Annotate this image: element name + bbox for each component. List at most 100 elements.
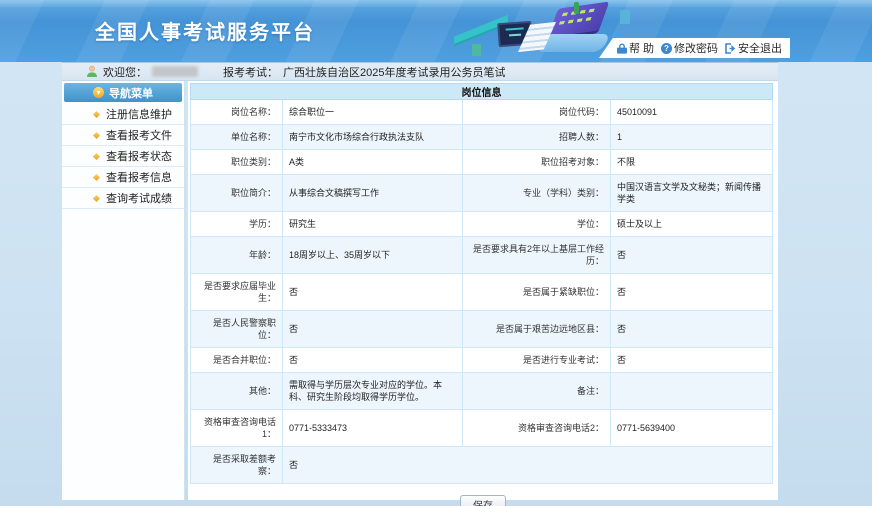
change-password-label: 修改密码 bbox=[674, 40, 718, 56]
bullet-icon bbox=[93, 131, 100, 138]
logout-label: 安全退出 bbox=[738, 40, 782, 56]
field-label: 招聘人数： bbox=[463, 125, 611, 150]
field-value: 1 bbox=[611, 125, 773, 150]
exam-name: 广西壮族自治区2025年度考试录用公务员笔试 bbox=[283, 64, 505, 80]
field-value: A类 bbox=[283, 150, 463, 175]
field-value: 45010091 bbox=[611, 100, 773, 125]
help-label: 帮 助 bbox=[629, 40, 654, 56]
field-value: 18周岁以上、35周岁以下 bbox=[283, 237, 463, 274]
change-password-link[interactable]: ? 修改密码 bbox=[661, 40, 718, 56]
field-label: 职位简介： bbox=[191, 175, 283, 212]
sidebar-item-label: 查看报考状态 bbox=[106, 148, 172, 164]
table-row: 单位名称：南宁市文化市场综合行政执法支队招聘人数：1 bbox=[191, 125, 773, 150]
sidebar-item-label: 查询考试成绩 bbox=[106, 190, 172, 206]
field-label: 是否要求具有2年以上基层工作经历： bbox=[463, 237, 611, 274]
bullet-icon bbox=[93, 152, 100, 159]
field-value bbox=[611, 373, 773, 410]
site-title: 全国人事考试服务平台 bbox=[95, 16, 315, 45]
field-label: 是否人民警察职位： bbox=[191, 311, 283, 348]
field-value: 南宁市文化市场综合行政执法支队 bbox=[283, 125, 463, 150]
table-row: 其他：需取得与学历层次专业对应的学位。本科、研究生阶段均取得学历学位。备注： bbox=[191, 373, 773, 410]
table-row: 是否要求应届毕业生：否是否属于紧缺职位：否 bbox=[191, 274, 773, 311]
nav-menu-header: ▾ 导航菜单 bbox=[64, 83, 182, 102]
cube-shape bbox=[620, 10, 630, 24]
field-value: 否 bbox=[611, 274, 773, 311]
logout-link[interactable]: 安全退出 bbox=[725, 40, 782, 56]
header-top-strip bbox=[0, 0, 872, 7]
field-value: 中国汉语言文学及文秘类；新闻传播学类 bbox=[611, 175, 773, 212]
sidebar: ▾ 导航菜单 注册信息维护 查看报考文件 查看报考状态 查看报考信息 查询考试成… bbox=[62, 81, 185, 500]
table-row: 是否合并职位：否是否进行专业考试：否 bbox=[191, 348, 773, 373]
field-label: 学位： bbox=[463, 212, 611, 237]
job-info-tbody: 岗位名称：综合职位一岗位代码：45010091单位名称：南宁市文化市场综合行政执… bbox=[191, 100, 773, 484]
field-label: 是否采取差额考察： bbox=[191, 447, 283, 484]
sidebar-item-label: 查看报考文件 bbox=[106, 127, 172, 143]
field-value: 综合职位一 bbox=[283, 100, 463, 125]
help-link[interactable]: 帮 助 bbox=[617, 40, 654, 56]
field-label: 资格审查咨询电话1： bbox=[191, 410, 283, 447]
bullet-icon bbox=[93, 110, 100, 117]
page-header: 全国人事考试服务平台 帮 助 ? 修改密码 安全退出 bbox=[0, 0, 872, 62]
table-row: 资格审查咨询电话1：0771-5333473资格审查咨询电话2：0771-563… bbox=[191, 410, 773, 447]
field-label: 职位招考对象： bbox=[463, 150, 611, 175]
exam-label: 报考考试： bbox=[223, 64, 278, 80]
field-label: 单位名称： bbox=[191, 125, 283, 150]
nav-menu-title: 导航菜单 bbox=[109, 85, 153, 101]
field-label: 专业（学科）类别： bbox=[463, 175, 611, 212]
field-value: 0771-5639400 bbox=[611, 410, 773, 447]
figure-shape bbox=[574, 2, 579, 14]
sidebar-item-view-application-info[interactable]: 查看报考信息 bbox=[62, 167, 184, 188]
logout-icon bbox=[725, 43, 736, 54]
field-value: 否 bbox=[283, 447, 773, 484]
redacted-username bbox=[152, 66, 198, 77]
greeting-label: 欢迎您： bbox=[103, 64, 147, 80]
field-label: 是否属于艰苦边远地区县： bbox=[463, 311, 611, 348]
field-label: 备注： bbox=[463, 373, 611, 410]
top-links-bar: 帮 助 ? 修改密码 安全退出 bbox=[599, 38, 790, 58]
question-icon: ? bbox=[661, 43, 672, 54]
field-value: 需取得与学历层次专业对应的学位。本科、研究生阶段均取得学历学位。 bbox=[283, 373, 463, 410]
table-row: 是否人民警察职位：否是否属于艰苦边远地区县：否 bbox=[191, 311, 773, 348]
sidebar-item-query-exam-results[interactable]: 查询考试成绩 bbox=[62, 188, 184, 209]
cube-shape bbox=[472, 44, 481, 56]
welcome-bar: 欢迎您： 报考考试： 广西壮族自治区2025年度考试录用公务员笔试 bbox=[62, 62, 778, 81]
table-row: 是否采取差额考察：否 bbox=[191, 447, 773, 484]
field-value: 研究生 bbox=[283, 212, 463, 237]
content-area: ▾ 导航菜单 注册信息维护 查看报考文件 查看报考状态 查看报考信息 查询考试成… bbox=[62, 81, 778, 500]
table-row: 年龄：18周岁以上、35周岁以下是否要求具有2年以上基层工作经历：否 bbox=[191, 237, 773, 274]
field-label: 岗位名称： bbox=[191, 100, 283, 125]
field-label: 是否合并职位： bbox=[191, 348, 283, 373]
field-label: 职位类别： bbox=[191, 150, 283, 175]
main-panel: 岗位信息 岗位名称：综合职位一岗位代码：45010091单位名称：南宁市文化市场… bbox=[188, 81, 778, 500]
chevron-down-icon: ▾ bbox=[93, 87, 104, 98]
bullet-icon bbox=[93, 173, 100, 180]
job-info-table: 岗位信息 岗位名称：综合职位一岗位代码：45010091单位名称：南宁市文化市场… bbox=[190, 83, 773, 484]
field-value: 否 bbox=[611, 311, 773, 348]
sidebar-item-view-application-status[interactable]: 查看报考状态 bbox=[62, 146, 184, 167]
field-value: 硕士及以上 bbox=[611, 212, 773, 237]
field-value: 否 bbox=[283, 311, 463, 348]
save-button[interactable]: 保存 bbox=[460, 495, 506, 506]
table-row: 学历：研究生学位：硕士及以上 bbox=[191, 212, 773, 237]
lock-icon bbox=[617, 43, 627, 54]
sidebar-item-label: 注册信息维护 bbox=[106, 106, 172, 122]
field-value: 否 bbox=[611, 237, 773, 274]
table-row: 职位简介：从事综合文稿撰写工作专业（学科）类别：中国汉语言文学及文秘类；新闻传播… bbox=[191, 175, 773, 212]
sidebar-item-view-exam-documents[interactable]: 查看报考文件 bbox=[62, 125, 184, 146]
field-value: 否 bbox=[283, 348, 463, 373]
sidebar-item-label: 查看报考信息 bbox=[106, 169, 172, 185]
sidebar-item-registration-info[interactable]: 注册信息维护 bbox=[62, 104, 184, 125]
table-title: 岗位信息 bbox=[191, 84, 773, 100]
bullet-icon bbox=[93, 194, 100, 201]
field-value: 0771-5333473 bbox=[283, 410, 463, 447]
field-value: 从事综合文稿撰写工作 bbox=[283, 175, 463, 212]
field-label: 年龄： bbox=[191, 237, 283, 274]
field-value: 否 bbox=[611, 348, 773, 373]
field-label: 岗位代码： bbox=[463, 100, 611, 125]
table-row: 职位类别：A类职位招考对象：不限 bbox=[191, 150, 773, 175]
field-value: 否 bbox=[283, 274, 463, 311]
field-label: 是否属于紧缺职位： bbox=[463, 274, 611, 311]
field-value: 不限 bbox=[611, 150, 773, 175]
field-label: 学历： bbox=[191, 212, 283, 237]
field-label: 其他： bbox=[191, 373, 283, 410]
